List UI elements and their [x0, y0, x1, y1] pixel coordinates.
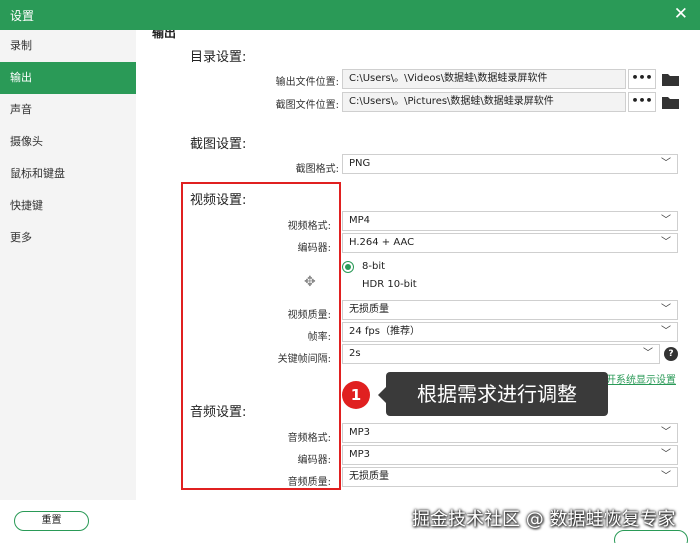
bit-8-radio[interactable]: [342, 261, 354, 273]
frame-rate-value: 24 fps（推荐）: [349, 326, 420, 337]
video-encoder-value: H.264 + AAC: [349, 237, 415, 248]
close-icon[interactable]: ✕: [674, 4, 688, 24]
video-quality-value: 无损质量: [349, 304, 389, 315]
audio-quality-select[interactable]: 无损质量 ﹀: [342, 467, 678, 487]
chevron-down-icon: ﹀: [661, 471, 671, 482]
screenshot-location-field[interactable]: C:\Users\。\Pictures\数据蛙\数据蛙录屏软件: [342, 92, 626, 112]
sidebar-item-record[interactable]: 录制: [0, 30, 136, 62]
audio-encoder-select[interactable]: MP3 ﹀: [342, 445, 678, 465]
video-quality-label: 视频质量:: [287, 310, 331, 321]
directory-settings-heading: 目录设置:: [190, 50, 247, 65]
frame-rate-select[interactable]: 24 fps（推荐） ﹀: [342, 322, 678, 342]
audio-encoder-label: 编码器:: [297, 455, 331, 466]
sidebar-item-hotkeys[interactable]: 快捷键: [0, 190, 136, 222]
keyframe-interval-value: 2s: [349, 348, 361, 359]
video-format-value: MP4: [349, 215, 371, 226]
audio-format-label: 音频格式:: [287, 433, 331, 444]
open-system-display-link[interactable]: 打开系统显示设置: [596, 371, 676, 386]
audio-settings-heading: 音频设置:: [190, 405, 247, 420]
chevron-down-icon: ﹀: [661, 237, 671, 248]
video-settings-heading: 视频设置:: [190, 193, 247, 208]
move-icon: ✥: [304, 274, 316, 290]
folder-icon[interactable]: [662, 96, 679, 109]
watermark: 掘金技术社区 @ 数据蛙恢复专家: [412, 509, 676, 530]
reset-button[interactable]: 重置: [14, 511, 89, 531]
sidebar: 录制 输出 声音 摄像头 鼠标和键盘 快捷键 更多: [0, 30, 136, 500]
sidebar-item-output[interactable]: 输出: [0, 62, 136, 94]
audio-quality-value: 无损质量: [349, 471, 389, 482]
screenshot-settings-heading: 截图设置:: [190, 137, 247, 152]
video-encoder-label: 编码器:: [297, 243, 331, 254]
sidebar-item-mouse-keyboard[interactable]: 鼠标和键盘: [0, 158, 136, 190]
screenshot-format-label: 截图格式:: [295, 164, 339, 175]
sidebar-item-sound[interactable]: 声音: [0, 94, 136, 126]
video-encoder-select[interactable]: H.264 + AAC ﹀: [342, 233, 678, 253]
chevron-down-icon: ﹀: [661, 304, 671, 315]
keyframe-interval-label: 关键帧间隔:: [277, 354, 331, 365]
annotation-text: 根据需求进行调整: [378, 372, 608, 416]
video-quality-select[interactable]: 无损质量 ﹀: [342, 300, 678, 320]
chevron-down-icon: ﹀: [661, 326, 671, 337]
screenshot-location-label: 截图文件位置:: [275, 100, 339, 111]
chevron-down-icon: ﹀: [661, 449, 671, 460]
sidebar-item-more[interactable]: 更多: [0, 222, 136, 254]
settings-content: 输出 目录设置: 输出文件位置: C:\Users\。\Videos\数据蛙\数…: [136, 30, 700, 500]
output-browse-button[interactable]: •••: [628, 69, 656, 89]
chevron-down-icon: ﹀: [661, 427, 671, 438]
screenshot-format-value: PNG: [349, 158, 371, 169]
hdr-10-bit-label[interactable]: HDR 10-bit: [362, 279, 417, 290]
audio-encoder-value: MP3: [349, 449, 371, 460]
output-section-title: 输出: [152, 30, 177, 40]
output-location-field[interactable]: C:\Users\。\Videos\数据蛙\数据蛙录屏软件: [342, 69, 626, 89]
video-format-label: 视频格式:: [287, 221, 331, 232]
chevron-down-icon: ﹀: [661, 158, 671, 169]
bit-8-label: 8-bit: [362, 261, 386, 272]
help-icon[interactable]: ?: [664, 347, 678, 361]
annotation-badge: 1: [342, 381, 370, 409]
screenshot-format-select[interactable]: PNG ﹀: [342, 154, 678, 174]
frame-rate-label: 帧率:: [307, 332, 331, 343]
video-format-select[interactable]: MP4 ﹀: [342, 211, 678, 231]
sidebar-item-camera[interactable]: 摄像头: [0, 126, 136, 158]
audio-format-value: MP3: [349, 427, 371, 438]
footer-secondary-button[interactable]: [614, 530, 688, 543]
screenshot-browse-button[interactable]: •••: [628, 92, 656, 112]
chevron-down-icon: ﹀: [643, 348, 653, 359]
audio-quality-label: 音频质量:: [287, 477, 331, 488]
audio-format-select[interactable]: MP3 ﹀: [342, 423, 678, 443]
folder-icon[interactable]: [662, 73, 679, 86]
chevron-down-icon: ﹀: [661, 215, 671, 226]
title-bar: 设置 ✕: [0, 0, 700, 30]
keyframe-interval-select[interactable]: 2s ﹀: [342, 344, 660, 364]
window-title: 设置: [10, 9, 35, 23]
output-location-label: 输出文件位置:: [275, 77, 339, 88]
